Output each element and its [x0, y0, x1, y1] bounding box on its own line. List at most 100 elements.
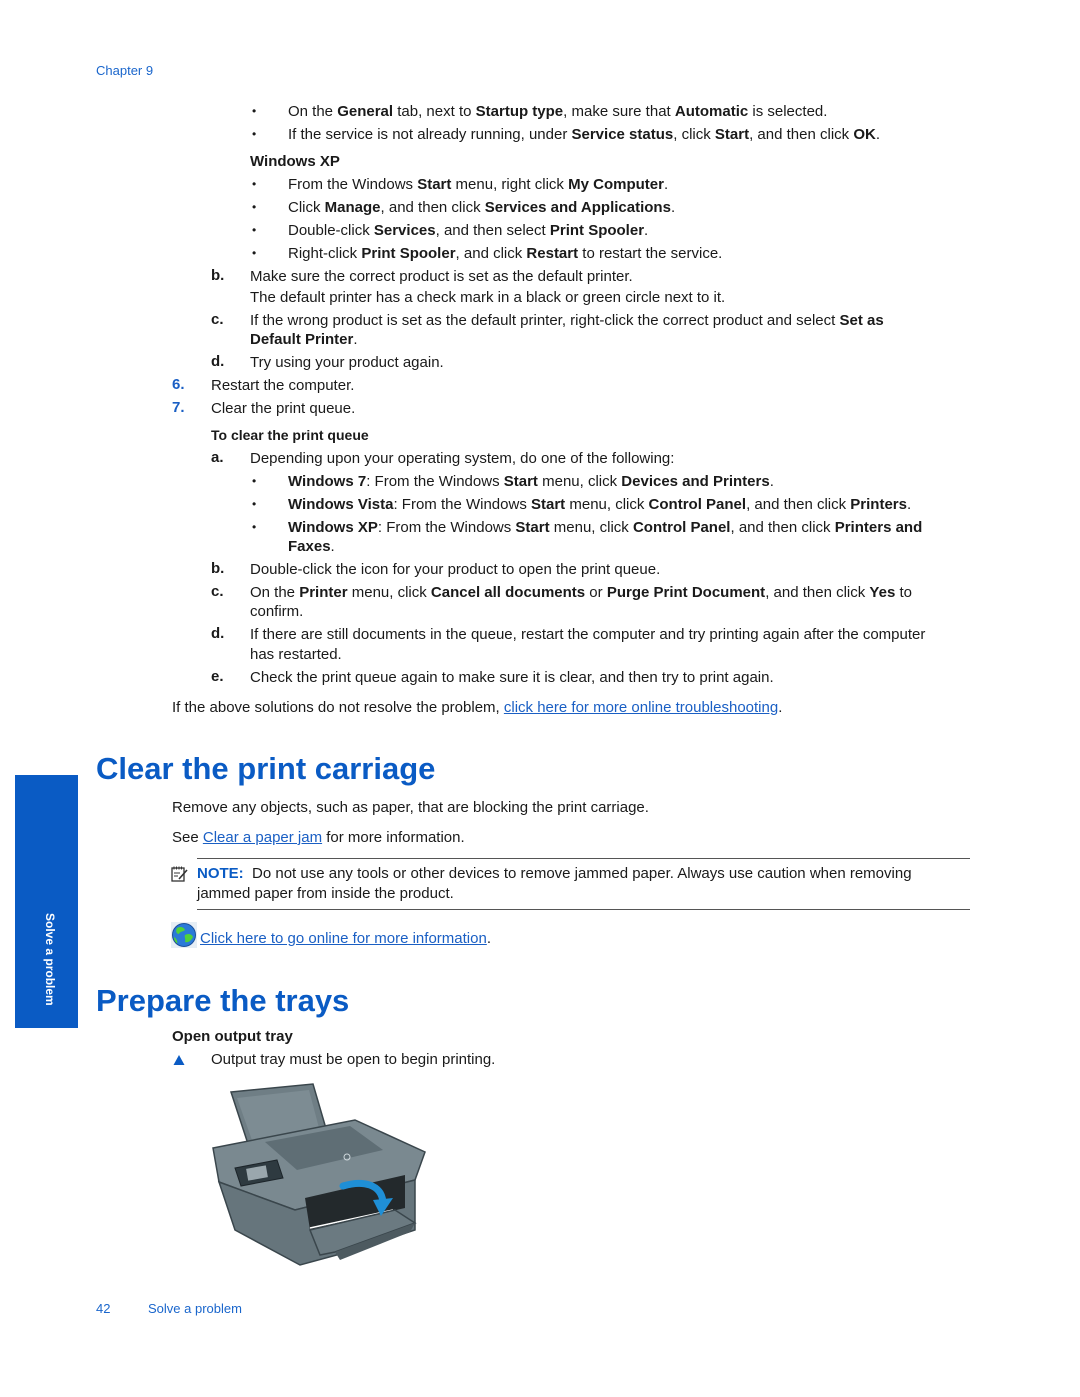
step-7-text: Clear the print queue. — [211, 400, 356, 417]
bold-term: Printer — [299, 584, 348, 601]
bold-term: Windows 7 — [288, 473, 367, 490]
winxp-bullet-4: Right-click Print Spooler, and click Res… — [288, 244, 722, 263]
section-title-prepare-trays: Prepare the trays — [96, 983, 350, 1018]
note-line-1: Do not use any tools or other devices to… — [252, 865, 912, 882]
bold-term: Windows XP — [288, 519, 378, 536]
queue-mark-b: b. — [211, 560, 225, 577]
online-info-paragraph: Click here to go online for more informa… — [200, 929, 491, 948]
bold-term: Service status — [571, 126, 674, 143]
text-segment: , and then click — [380, 199, 485, 216]
text-segment: : From the Windows — [377, 519, 516, 536]
bold-term: OK — [853, 126, 876, 143]
bold-term: Print Spooler — [361, 245, 456, 262]
see-paper-jam-paragraph: See Clear a paper jam for more informati… — [172, 828, 465, 847]
bold-term: Cancel all documents — [430, 584, 586, 601]
text-segment: : From the Windows — [366, 473, 504, 490]
text-segment: , and then click — [765, 584, 870, 601]
bold-term: General — [337, 103, 394, 120]
bold-term: Services and Applications — [484, 199, 671, 216]
text-segment: tab, next to — [393, 103, 476, 120]
queue-c-cont: confirm. — [250, 603, 304, 620]
note-text-cont: jammed paper from inside the product. — [197, 885, 454, 902]
bold-term: Windows Vista — [288, 496, 394, 513]
queue-mark-d: d. — [211, 625, 225, 642]
globe-icon[interactable] — [171, 922, 197, 948]
step-d-text: Try using your product again. — [250, 354, 444, 371]
online-troubleshooting-link[interactable]: click here for more online troubleshooti… — [504, 699, 778, 716]
section-title-clear-carriage: Clear the print carriage — [96, 751, 436, 786]
bullet-dot: • — [252, 246, 257, 260]
text-segment: menu, click — [347, 584, 431, 601]
bullet-dot: • — [252, 127, 257, 141]
note-text: NOTE: Do not use any tools or other devi… — [197, 864, 912, 883]
step-c-text-main: If the wrong product is set as the defau… — [250, 312, 840, 329]
winxp-bullet-2: Click Manage, and then click Services an… — [288, 198, 675, 217]
bold-term: Start — [503, 473, 538, 490]
queue-d-cont: has restarted. — [250, 646, 342, 663]
bullet-dot: • — [252, 104, 257, 118]
page-number: 42 — [96, 1301, 111, 1316]
text-segment: Double-click — [288, 222, 374, 239]
see-prefix: See — [172, 829, 203, 846]
top-bullet-1: On the General tab, next to Startup type… — [288, 102, 827, 121]
queue-b-text: Double-click the icon for your product t… — [250, 561, 661, 578]
step-b-note: The default printer has a check mark in … — [250, 289, 726, 306]
step-mark-c: c. — [211, 311, 224, 328]
winxp-bullet-1: From the Windows Start menu, right click… — [288, 175, 668, 194]
bullet-dot: • — [252, 200, 257, 214]
clear-paper-jam-link[interactable]: Clear a paper jam — [203, 829, 322, 846]
chapter-label: Chapter 9 — [96, 63, 154, 78]
online-info-suffix: . — [486, 930, 491, 947]
queue-mark-c: c. — [211, 583, 224, 600]
bullet-dot: • — [252, 520, 257, 534]
text-segment: is selected. — [748, 103, 828, 120]
bullet-dot: • — [252, 177, 257, 191]
bullet-dot: • — [252, 223, 257, 237]
online-info-link[interactable]: Click here to go online for more informa… — [200, 930, 487, 947]
bold-term: Devices and Printers — [621, 473, 770, 490]
text-segment: . — [875, 126, 880, 143]
step-c-text: If the wrong product is set as the defau… — [250, 311, 884, 330]
text-segment: to — [895, 584, 912, 601]
text-segment: . — [663, 176, 669, 193]
bold-term: Services — [373, 222, 436, 239]
text-segment: From the Windows — [288, 176, 418, 193]
queue-d-text: If there are still documents in the queu… — [250, 626, 926, 643]
step-mark-b: b. — [211, 267, 225, 284]
bold-term: Control Panel — [648, 496, 747, 513]
text-segment: Right-click — [288, 245, 362, 262]
text-segment: , and click — [455, 245, 527, 262]
bullet-dot: • — [252, 474, 257, 488]
text-segment: or — [585, 584, 607, 601]
step-6-text: Restart the computer. — [211, 377, 355, 394]
footer-section-label: Solve a problem — [148, 1301, 242, 1316]
triangle-step-icon — [173, 1053, 185, 1070]
step-mark-d: d. — [211, 353, 225, 370]
text-segment: , and then select — [435, 222, 550, 239]
bold-term: My Computer — [568, 176, 664, 193]
text-segment: If the service is not already running, u… — [288, 126, 572, 143]
step-c-bold: Set as — [839, 312, 884, 329]
bold-term: Restart — [526, 245, 579, 262]
note-label: NOTE: — [197, 865, 244, 882]
bold-term: Printers — [850, 496, 907, 513]
step-c-text-cont: Default Printer. — [250, 330, 358, 349]
step-c-end: . — [353, 331, 358, 348]
printer-illustration — [205, 1080, 435, 1280]
text-segment: , and then click — [746, 496, 851, 513]
queue-mark-e: e. — [211, 668, 224, 685]
text-segment: menu, right click — [451, 176, 569, 193]
bold-term: Yes — [869, 584, 896, 601]
note-bottom-rule — [197, 909, 970, 910]
step-b-text: Make sure the correct product is set as … — [250, 268, 633, 285]
text-segment: to restart the service. — [578, 245, 723, 262]
step-number-6: 6. — [172, 376, 185, 393]
queue-a-text: Depending upon your operating system, do… — [250, 450, 675, 467]
top-bullet-2: If the service is not already running, u… — [288, 125, 880, 144]
bold-term: Purge Print Document — [606, 584, 766, 601]
carriage-paragraph: Remove any objects, such as paper, that … — [172, 799, 649, 816]
winxp-bullet-3: Double-click Services, and then select P… — [288, 221, 648, 240]
os-bullet-xp-end: . — [330, 538, 335, 555]
note-icon — [171, 866, 189, 882]
bold-term: Start — [417, 176, 452, 193]
